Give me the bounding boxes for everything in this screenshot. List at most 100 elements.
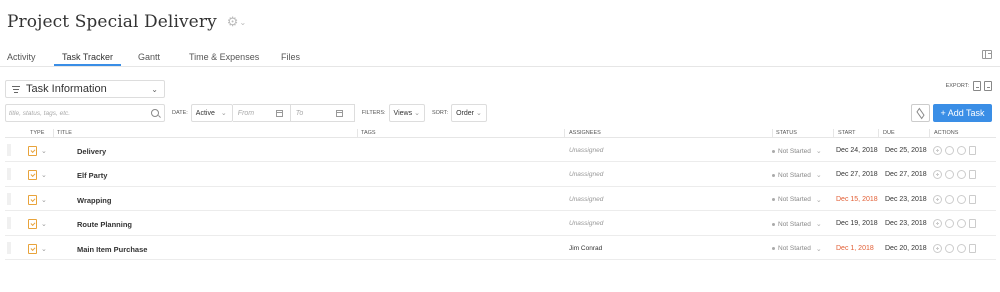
time-icon[interactable] — [945, 146, 954, 155]
task-start-date[interactable]: Dec 19, 2018 — [836, 220, 878, 227]
chevron-down-icon[interactable]: ⌄ — [41, 171, 47, 179]
time-icon[interactable] — [945, 194, 954, 204]
column-due[interactable]: DUE — [883, 130, 895, 136]
task-assignee[interactable]: Unassigned — [569, 196, 603, 203]
task-title[interactable]: Elf Party — [77, 171, 107, 180]
table-row[interactable]: ⌄ Wrapping Unassigned Not Started ⌄ Dec 1… — [5, 187, 996, 212]
layers-button[interactable] — [911, 104, 930, 122]
row-actions — [933, 243, 976, 253]
tab-files[interactable]: Files — [281, 52, 300, 62]
drag-handle-icon[interactable] — [7, 241, 11, 254]
search-icon[interactable] — [151, 109, 159, 117]
chevron-down-icon[interactable]: ⌄ — [41, 245, 47, 253]
project-settings-menu[interactable]: ⚙ ⌄ — [227, 14, 246, 30]
search-input[interactable] — [9, 109, 151, 117]
table-row[interactable]: ⌄ Main Item Purchase Jim Conrad Not Star… — [5, 236, 996, 260]
task-status[interactable]: Not Started ⌄ — [772, 196, 822, 204]
tab-task-tracker[interactable]: Task Tracker — [53, 52, 122, 66]
time-icon[interactable] — [945, 170, 954, 180]
sidebar-toggle-icon[interactable] — [982, 50, 992, 59]
column-start[interactable]: START — [838, 130, 856, 136]
chevron-down-icon: ⌄ — [815, 148, 822, 155]
task-due-date[interactable]: Dec 20, 2018 — [885, 245, 927, 252]
task-due-date[interactable]: Dec 23, 2018 — [885, 220, 927, 227]
add-subtask-icon[interactable] — [933, 219, 942, 229]
time-icon[interactable] — [945, 219, 954, 229]
export-excel-icon[interactable] — [973, 81, 981, 91]
chevron-down-icon[interactable]: ⌄ — [41, 220, 47, 228]
export-pdf-icon[interactable] — [984, 81, 992, 91]
column-tags[interactable]: TAGS — [361, 130, 376, 136]
task-type-icon[interactable] — [28, 146, 37, 156]
add-subtask-icon[interactable] — [933, 146, 942, 155]
chevron-down-icon[interactable]: ⌄ — [41, 147, 47, 155]
date-from-field[interactable]: From — [232, 104, 291, 122]
drag-handle-icon[interactable] — [7, 144, 11, 156]
view-select[interactable]: Task Information ⌄ — [5, 80, 165, 98]
tab-time-expenses[interactable]: Time & Expenses — [189, 52, 259, 62]
trash-icon[interactable] — [969, 243, 976, 253]
calendar-icon — [276, 109, 284, 117]
drag-handle-icon[interactable] — [7, 168, 11, 181]
task-type-icon[interactable] — [28, 170, 37, 181]
task-status-label: Not Started — [778, 171, 811, 179]
trash-icon[interactable] — [969, 170, 976, 180]
trash-icon[interactable] — [969, 146, 976, 155]
task-type-icon[interactable] — [28, 243, 37, 254]
column-assignees[interactable]: ASSIGNEES — [569, 130, 601, 136]
task-status[interactable]: Not Started ⌄ — [772, 147, 822, 155]
add-subtask-icon[interactable] — [933, 170, 942, 180]
task-assignee[interactable]: Jim Conrad — [569, 245, 602, 252]
trash-icon[interactable] — [969, 194, 976, 204]
column-actions: ACTIONS — [934, 130, 959, 136]
add-subtask-icon[interactable] — [933, 243, 942, 253]
task-start-date[interactable]: Dec 27, 2018 — [836, 171, 878, 178]
column-status[interactable]: STATUS — [776, 130, 797, 136]
table-row[interactable]: ⌄ Delivery Unassigned Not Started ⌄ Dec 2… — [5, 138, 996, 163]
time-icon[interactable] — [945, 243, 954, 253]
expense-icon[interactable] — [957, 146, 966, 155]
task-assignee[interactable]: Unassigned — [569, 220, 603, 227]
drag-handle-icon[interactable] — [7, 217, 11, 230]
chevron-down-icon: ⌄ — [151, 84, 158, 94]
expense-icon[interactable] — [957, 219, 966, 229]
table-row[interactable]: ⌄ Elf Party Unassigned Not Started ⌄ Dec … — [5, 162, 996, 187]
expense-icon[interactable] — [957, 194, 966, 204]
task-start-date[interactable]: Dec 1, 2018 — [836, 245, 874, 252]
task-type-icon[interactable] — [28, 194, 37, 205]
task-title[interactable]: Route Planning — [77, 220, 132, 229]
task-start-date[interactable]: Dec 15, 2018 — [836, 196, 878, 203]
task-title[interactable]: Main Item Purchase — [77, 245, 147, 254]
task-title[interactable]: Wrapping — [77, 196, 111, 205]
tab-gantt[interactable]: Gantt — [138, 52, 160, 62]
column-title[interactable]: TITLE — [57, 130, 72, 136]
status-dot-icon — [772, 247, 775, 251]
add-subtask-icon[interactable] — [933, 194, 942, 204]
expense-icon[interactable] — [957, 170, 966, 180]
chevron-down-icon: ⌄ — [239, 17, 247, 27]
add-task-button[interactable]: + Add Task — [933, 104, 992, 122]
sort-select[interactable]: Order ⌄ — [451, 104, 487, 122]
task-assignee[interactable]: Unassigned — [569, 171, 603, 178]
task-status[interactable]: Not Started ⌄ — [772, 171, 822, 179]
task-title[interactable]: Delivery — [77, 147, 106, 156]
task-status[interactable]: Not Started ⌄ — [772, 220, 822, 228]
date-to-field[interactable]: To — [290, 104, 355, 122]
task-due-date[interactable]: Dec 27, 2018 — [885, 171, 927, 178]
chevron-down-icon: ⌄ — [220, 110, 227, 117]
drag-handle-icon[interactable] — [7, 192, 11, 205]
tab-activity[interactable]: Activity — [7, 52, 36, 62]
task-type-icon[interactable] — [28, 219, 37, 230]
expense-icon[interactable] — [957, 243, 966, 253]
task-start-date[interactable]: Dec 24, 2018 — [836, 147, 878, 154]
task-due-date[interactable]: Dec 25, 2018 — [885, 147, 927, 154]
table-row[interactable]: ⌄ Route Planning Unassigned Not Started ⌄… — [5, 211, 996, 236]
task-due-date[interactable]: Dec 23, 2018 — [885, 196, 927, 203]
task-status[interactable]: Not Started ⌄ — [772, 245, 822, 253]
trash-icon[interactable] — [969, 219, 976, 229]
chevron-down-icon[interactable]: ⌄ — [41, 196, 47, 204]
date-select[interactable]: Active ⌄ — [190, 104, 233, 122]
column-type[interactable]: TYPE — [30, 130, 44, 136]
task-assignee[interactable]: Unassigned — [569, 147, 603, 154]
filters-select[interactable]: Views ⌄ — [388, 104, 425, 122]
